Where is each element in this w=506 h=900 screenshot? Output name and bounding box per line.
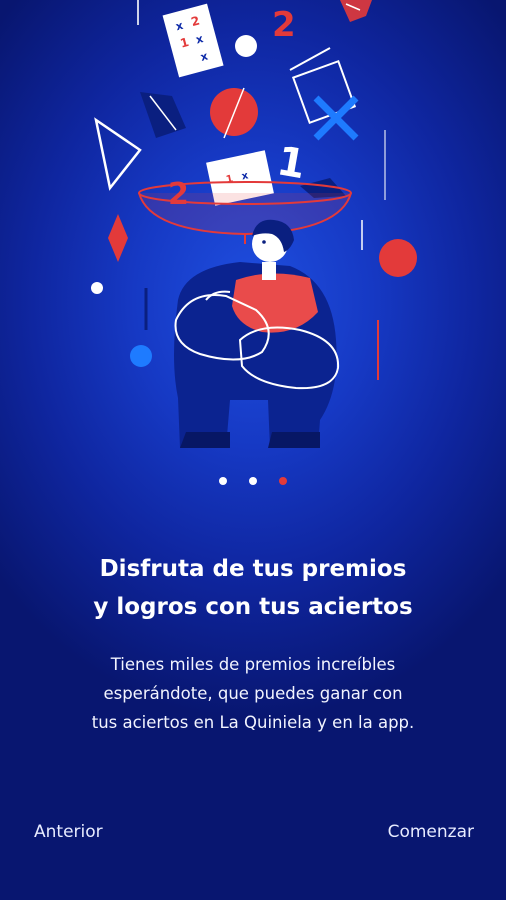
start-button[interactable]: Comenzar [388, 822, 474, 842]
shard-shape [140, 92, 186, 138]
crossed-square-icon [291, 59, 359, 141]
triangle-shape [94, 117, 142, 191]
shard-shape [340, 0, 372, 22]
diamond-shape [108, 214, 128, 262]
onboarding-illustration: x 2 1 x x 2 1 x 1 [91, 0, 417, 448]
number-one-icon: 1 [274, 138, 309, 188]
description-line: Tienes miles de premios increíbles [110, 655, 396, 674]
circle-shape [235, 35, 257, 57]
title-line: Disfruta de tus premios [99, 556, 407, 582]
page-indicator [0, 477, 506, 485]
onboarding-screen: x 2 1 x x 2 1 x 1 Disfruta de tus premio… [0, 0, 506, 900]
red-ball-icon [379, 239, 417, 277]
onboarding-description: Tienes miles de premios increíbles esper… [40, 650, 466, 737]
page-dot-3-active [279, 477, 287, 485]
onboarding-title: Disfruta de tus premios y logros con tus… [20, 550, 486, 626]
quiniela-ticket-icon: x 2 1 x x [162, 3, 224, 78]
description-line: esperándote, que puedes ganar con [103, 684, 403, 703]
description-line: tus aciertos en La Quiniela y en la app. [91, 713, 415, 732]
number-two-icon: 2 [272, 5, 296, 45]
person-illustration [174, 219, 340, 448]
page-dot-1 [219, 477, 227, 485]
title-line: y logros con tus aciertos [93, 594, 413, 620]
previous-button[interactable]: Anterior [34, 822, 103, 842]
page-dot-2 [249, 477, 257, 485]
